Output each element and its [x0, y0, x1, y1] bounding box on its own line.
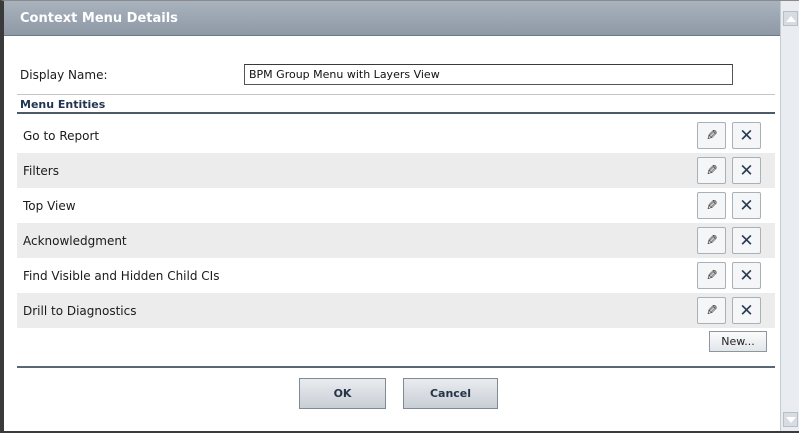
close-icon: ✕ [739, 230, 754, 251]
triangle-up-icon [785, 15, 796, 22]
pencil-icon: ✎ [705, 302, 718, 319]
ok-button[interactable]: OK [299, 378, 386, 409]
delete-button[interactable]: ✕ [732, 157, 761, 184]
delete-button[interactable]: ✕ [732, 192, 761, 219]
window-title: Context Menu Details [20, 11, 178, 26]
pencil-icon: ✎ [705, 162, 718, 179]
divider [17, 366, 775, 368]
entity-label: Find Visible and Hidden Child CIs [23, 268, 220, 283]
triangle-down-icon [785, 416, 796, 423]
delete-button[interactable]: ✕ [732, 227, 761, 254]
edit-button[interactable]: ✎ [697, 227, 726, 254]
details-panel: Display Name: Menu Entities Go to Report… [11, 36, 775, 431]
entities-list: Go to Report ✎ ✕ Filters ✎ ✕ Top View ✎ … [17, 118, 775, 328]
scroll-down-button[interactable] [783, 412, 798, 427]
edit-button[interactable]: ✎ [697, 122, 726, 149]
list-item: Drill to Diagnostics ✎ ✕ [17, 293, 775, 328]
edit-button[interactable]: ✎ [697, 192, 726, 219]
entity-label: Drill to Diagnostics [23, 303, 137, 318]
delete-button[interactable]: ✕ [732, 297, 761, 324]
display-name-label: Display Name: [20, 68, 108, 82]
pencil-icon: ✎ [705, 127, 718, 144]
title-bar: Context Menu Details [4, 1, 780, 36]
display-name-input[interactable] [244, 64, 733, 85]
close-icon: ✕ [739, 195, 754, 216]
vertical-scrollbar[interactable] [780, 1, 799, 431]
entity-label: Acknowledgment [23, 233, 127, 248]
list-item: Top View ✎ ✕ [17, 188, 775, 223]
edit-button[interactable]: ✎ [697, 297, 726, 324]
cancel-button[interactable]: Cancel [403, 378, 498, 409]
pencil-icon: ✎ [705, 197, 718, 214]
section-title: Menu Entities [20, 98, 106, 111]
edit-button[interactable]: ✎ [697, 262, 726, 289]
close-icon: ✕ [739, 125, 754, 146]
scroll-up-button[interactable] [783, 11, 798, 26]
menu-entities-header: Menu Entities [17, 94, 775, 114]
entity-label: Filters [23, 163, 59, 178]
new-entity-button[interactable]: New... [709, 331, 767, 352]
entity-label: Go to Report [23, 128, 100, 143]
close-icon: ✕ [739, 160, 754, 181]
list-item: Acknowledgment ✎ ✕ [17, 223, 775, 258]
close-icon: ✕ [739, 265, 754, 286]
list-item: Find Visible and Hidden Child CIs ✎ ✕ [17, 258, 775, 293]
close-icon: ✕ [739, 300, 754, 321]
pencil-icon: ✎ [705, 267, 718, 284]
list-item: Filters ✎ ✕ [17, 153, 775, 188]
entity-label: Top View [23, 198, 76, 213]
edit-button[interactable]: ✎ [697, 157, 726, 184]
delete-button[interactable]: ✕ [732, 262, 761, 289]
pencil-icon: ✎ [705, 232, 718, 249]
list-item: Go to Report ✎ ✕ [17, 118, 775, 153]
delete-button[interactable]: ✕ [732, 122, 761, 149]
